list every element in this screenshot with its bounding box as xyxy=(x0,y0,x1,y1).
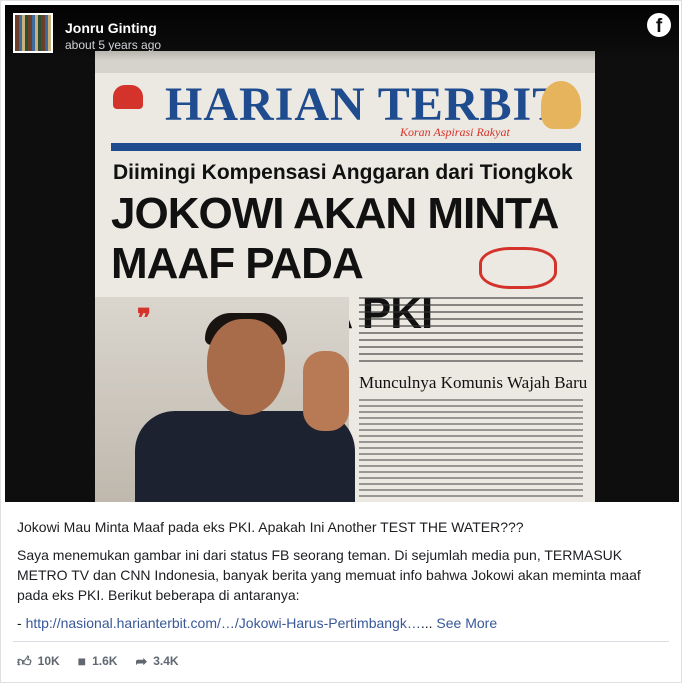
comment-count-value: 1.6K xyxy=(92,654,118,668)
post-card: HARIAN TERBIT Koran Aspirasi Rakyat Diim… xyxy=(0,0,682,683)
link-ellipsis: ... xyxy=(420,615,437,631)
mascot-icon xyxy=(541,81,581,129)
photo-face xyxy=(207,319,285,415)
photo-hands xyxy=(303,351,349,431)
like-count[interactable]: 👍︎ 10K xyxy=(17,653,60,670)
share-count[interactable]: ➦ 3.4K xyxy=(135,653,178,670)
article-columns xyxy=(359,399,583,499)
masthead-bar xyxy=(111,143,581,151)
thumbs-up-icon: 👍︎ xyxy=(17,652,32,669)
comment-icon: ■ xyxy=(77,653,87,669)
newspaper-masthead: HARIAN TERBIT xyxy=(165,78,566,131)
divider xyxy=(13,641,669,642)
phone-logo-icon xyxy=(113,85,143,109)
share-count-value: 3.4K xyxy=(153,654,179,668)
post-header: Jonru Ginting about 5 years ago f xyxy=(5,5,679,61)
comment-count[interactable]: ■ 1.6K xyxy=(78,653,118,669)
newspaper-photo: HARIAN TERBIT Koran Aspirasi Rakyat Diim… xyxy=(95,51,595,502)
link-prefix: - xyxy=(17,615,26,631)
article-link[interactable]: http://nasional.harianterbit.com/…/Jokow… xyxy=(26,615,421,631)
post-image[interactable]: HARIAN TERBIT Koran Aspirasi Rakyat Diim… xyxy=(5,5,679,502)
like-count-value: 10K xyxy=(37,654,60,668)
share-icon: ➦ xyxy=(135,652,148,669)
author-name[interactable]: Jonru Ginting xyxy=(65,20,157,36)
article-subtitle: Munculnya Komunis Wajah Baru xyxy=(359,373,588,392)
see-more-link[interactable]: See More xyxy=(436,615,497,631)
caption-body: Saya menemukan gambar ini dari status FB… xyxy=(17,547,641,603)
caption-link-line: - http://nasional.harianterbit.com/…/Jok… xyxy=(17,613,667,633)
newspaper-subhead: Diimingi Kompensasi Anggaran dari Tiongk… xyxy=(113,161,573,184)
avatar[interactable] xyxy=(13,13,53,53)
post-caption: Jokowi Mau Minta Maaf pada eks PKI. Apak… xyxy=(17,517,667,641)
engagement-stats: 👍︎ 10K ■ 1.6K ➦ 3.4K xyxy=(17,652,179,670)
stamp-icon xyxy=(479,247,557,289)
caption-title: Jokowi Mau Minta Maaf pada eks PKI. Apak… xyxy=(17,519,524,535)
post-timestamp[interactable]: about 5 years ago xyxy=(65,38,161,52)
newspaper-tagline: Koran Aspirasi Rakyat xyxy=(400,125,510,139)
quote-mark-icon: ❞ xyxy=(137,303,151,333)
article-text-block xyxy=(359,297,583,367)
facebook-icon[interactable]: f xyxy=(647,13,671,37)
